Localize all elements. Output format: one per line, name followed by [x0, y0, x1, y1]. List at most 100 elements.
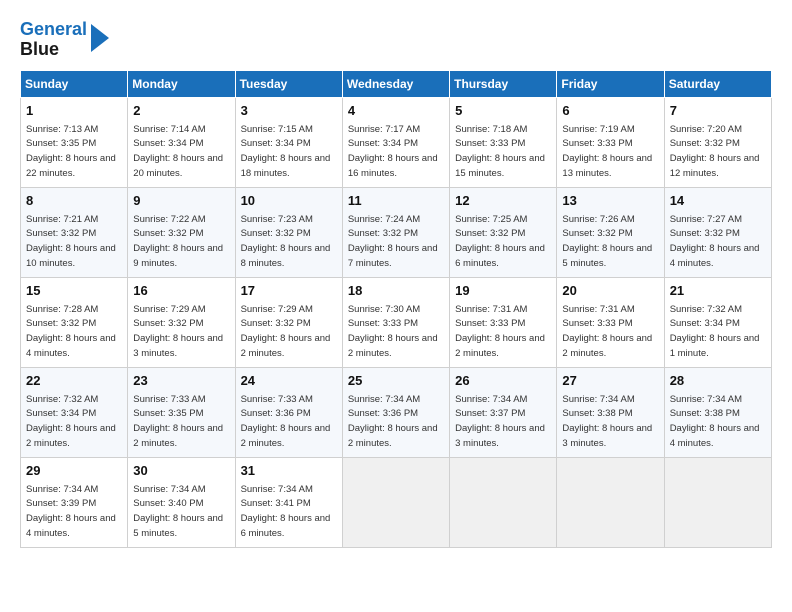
- calendar-cell: 13 Sunrise: 7:26 AM Sunset: 3:32 PM Dayl…: [557, 187, 664, 277]
- logo-text: General Blue: [20, 20, 87, 60]
- sunrise-info: Sunrise: 7:34 AM: [562, 394, 634, 405]
- sunrise-info: Sunrise: 7:23 AM: [241, 214, 313, 225]
- day-number: 20: [562, 282, 658, 300]
- daylight-info: Daylight: 8 hours and 2 minutes.: [241, 333, 331, 359]
- sunset-info: Sunset: 3:33 PM: [562, 138, 632, 149]
- calendar-cell: 11 Sunrise: 7:24 AM Sunset: 3:32 PM Dayl…: [342, 187, 449, 277]
- calendar-cell: 17 Sunrise: 7:29 AM Sunset: 3:32 PM Dayl…: [235, 277, 342, 367]
- calendar-week-4: 22 Sunrise: 7:32 AM Sunset: 3:34 PM Dayl…: [21, 367, 772, 457]
- calendar-cell: 19 Sunrise: 7:31 AM Sunset: 3:33 PM Dayl…: [450, 277, 557, 367]
- sunset-info: Sunset: 3:40 PM: [133, 498, 203, 509]
- daylight-info: Daylight: 8 hours and 4 minutes.: [26, 333, 116, 359]
- day-number: 28: [670, 372, 766, 390]
- sunrise-info: Sunrise: 7:18 AM: [455, 124, 527, 135]
- daylight-info: Daylight: 8 hours and 22 minutes.: [26, 153, 116, 179]
- sunset-info: Sunset: 3:35 PM: [26, 138, 96, 149]
- col-header-tuesday: Tuesday: [235, 70, 342, 97]
- sunrise-info: Sunrise: 7:24 AM: [348, 214, 420, 225]
- day-number: 15: [26, 282, 122, 300]
- calendar-cell: 23 Sunrise: 7:33 AM Sunset: 3:35 PM Dayl…: [128, 367, 235, 457]
- daylight-info: Daylight: 8 hours and 8 minutes.: [241, 243, 331, 269]
- col-header-friday: Friday: [557, 70, 664, 97]
- calendar-cell: 5 Sunrise: 7:18 AM Sunset: 3:33 PM Dayli…: [450, 97, 557, 187]
- calendar-cell: [342, 457, 449, 547]
- calendar-cell: 20 Sunrise: 7:31 AM Sunset: 3:33 PM Dayl…: [557, 277, 664, 367]
- day-number: 4: [348, 102, 444, 120]
- sunrise-info: Sunrise: 7:21 AM: [26, 214, 98, 225]
- daylight-info: Daylight: 8 hours and 15 minutes.: [455, 153, 545, 179]
- daylight-info: Daylight: 8 hours and 1 minute.: [670, 333, 760, 359]
- sunset-info: Sunset: 3:34 PM: [26, 408, 96, 419]
- daylight-info: Daylight: 8 hours and 3 minutes.: [455, 423, 545, 449]
- calendar-cell: 26 Sunrise: 7:34 AM Sunset: 3:37 PM Dayl…: [450, 367, 557, 457]
- sunrise-info: Sunrise: 7:20 AM: [670, 124, 742, 135]
- daylight-info: Daylight: 8 hours and 16 minutes.: [348, 153, 438, 179]
- calendar-cell: 10 Sunrise: 7:23 AM Sunset: 3:32 PM Dayl…: [235, 187, 342, 277]
- day-number: 9: [133, 192, 229, 210]
- sunset-info: Sunset: 3:32 PM: [133, 318, 203, 329]
- calendar-cell: [450, 457, 557, 547]
- sunrise-info: Sunrise: 7:22 AM: [133, 214, 205, 225]
- logo-arrow-icon: [91, 24, 109, 52]
- day-number: 7: [670, 102, 766, 120]
- day-number: 31: [241, 462, 337, 480]
- sunset-info: Sunset: 3:34 PM: [670, 318, 740, 329]
- sunset-info: Sunset: 3:32 PM: [455, 228, 525, 239]
- sunset-info: Sunset: 3:38 PM: [670, 408, 740, 419]
- sunset-info: Sunset: 3:32 PM: [241, 318, 311, 329]
- sunset-info: Sunset: 3:33 PM: [455, 318, 525, 329]
- calendar-cell: [557, 457, 664, 547]
- daylight-info: Daylight: 8 hours and 5 minutes.: [562, 243, 652, 269]
- sunrise-info: Sunrise: 7:29 AM: [241, 304, 313, 315]
- daylight-info: Daylight: 8 hours and 2 minutes.: [455, 333, 545, 359]
- day-number: 21: [670, 282, 766, 300]
- sunrise-info: Sunrise: 7:30 AM: [348, 304, 420, 315]
- day-number: 17: [241, 282, 337, 300]
- calendar-cell: 2 Sunrise: 7:14 AM Sunset: 3:34 PM Dayli…: [128, 97, 235, 187]
- day-number: 5: [455, 102, 551, 120]
- calendar-week-3: 15 Sunrise: 7:28 AM Sunset: 3:32 PM Dayl…: [21, 277, 772, 367]
- calendar-cell: 14 Sunrise: 7:27 AM Sunset: 3:32 PM Dayl…: [664, 187, 771, 277]
- sunset-info: Sunset: 3:36 PM: [348, 408, 418, 419]
- sunset-info: Sunset: 3:38 PM: [562, 408, 632, 419]
- day-number: 18: [348, 282, 444, 300]
- sunset-info: Sunset: 3:33 PM: [455, 138, 525, 149]
- calendar-week-2: 8 Sunrise: 7:21 AM Sunset: 3:32 PM Dayli…: [21, 187, 772, 277]
- day-number: 13: [562, 192, 658, 210]
- sunrise-info: Sunrise: 7:13 AM: [26, 124, 98, 135]
- daylight-info: Daylight: 8 hours and 2 minutes.: [348, 333, 438, 359]
- day-number: 3: [241, 102, 337, 120]
- sunrise-info: Sunrise: 7:27 AM: [670, 214, 742, 225]
- day-number: 8: [26, 192, 122, 210]
- calendar-cell: 29 Sunrise: 7:34 AM Sunset: 3:39 PM Dayl…: [21, 457, 128, 547]
- calendar-cell: 25 Sunrise: 7:34 AM Sunset: 3:36 PM Dayl…: [342, 367, 449, 457]
- sunrise-info: Sunrise: 7:34 AM: [241, 484, 313, 495]
- sunset-info: Sunset: 3:32 PM: [562, 228, 632, 239]
- sunrise-info: Sunrise: 7:31 AM: [562, 304, 634, 315]
- daylight-info: Daylight: 8 hours and 3 minutes.: [133, 333, 223, 359]
- sunrise-info: Sunrise: 7:15 AM: [241, 124, 313, 135]
- daylight-info: Daylight: 8 hours and 2 minutes.: [241, 423, 331, 449]
- day-number: 19: [455, 282, 551, 300]
- logo: General Blue: [20, 20, 109, 60]
- sunrise-info: Sunrise: 7:14 AM: [133, 124, 205, 135]
- calendar-cell: 22 Sunrise: 7:32 AM Sunset: 3:34 PM Dayl…: [21, 367, 128, 457]
- daylight-info: Daylight: 8 hours and 13 minutes.: [562, 153, 652, 179]
- sunset-info: Sunset: 3:37 PM: [455, 408, 525, 419]
- col-header-saturday: Saturday: [664, 70, 771, 97]
- page-header: General Blue: [20, 20, 772, 60]
- calendar-cell: 6 Sunrise: 7:19 AM Sunset: 3:33 PM Dayli…: [557, 97, 664, 187]
- sunrise-info: Sunrise: 7:26 AM: [562, 214, 634, 225]
- sunset-info: Sunset: 3:33 PM: [348, 318, 418, 329]
- sunset-info: Sunset: 3:36 PM: [241, 408, 311, 419]
- daylight-info: Daylight: 8 hours and 9 minutes.: [133, 243, 223, 269]
- daylight-info: Daylight: 8 hours and 2 minutes.: [133, 423, 223, 449]
- daylight-info: Daylight: 8 hours and 3 minutes.: [562, 423, 652, 449]
- sunset-info: Sunset: 3:32 PM: [26, 318, 96, 329]
- sunset-info: Sunset: 3:32 PM: [348, 228, 418, 239]
- calendar-cell: 15 Sunrise: 7:28 AM Sunset: 3:32 PM Dayl…: [21, 277, 128, 367]
- sunrise-info: Sunrise: 7:19 AM: [562, 124, 634, 135]
- sunrise-info: Sunrise: 7:34 AM: [133, 484, 205, 495]
- sunrise-info: Sunrise: 7:25 AM: [455, 214, 527, 225]
- calendar-cell: 21 Sunrise: 7:32 AM Sunset: 3:34 PM Dayl…: [664, 277, 771, 367]
